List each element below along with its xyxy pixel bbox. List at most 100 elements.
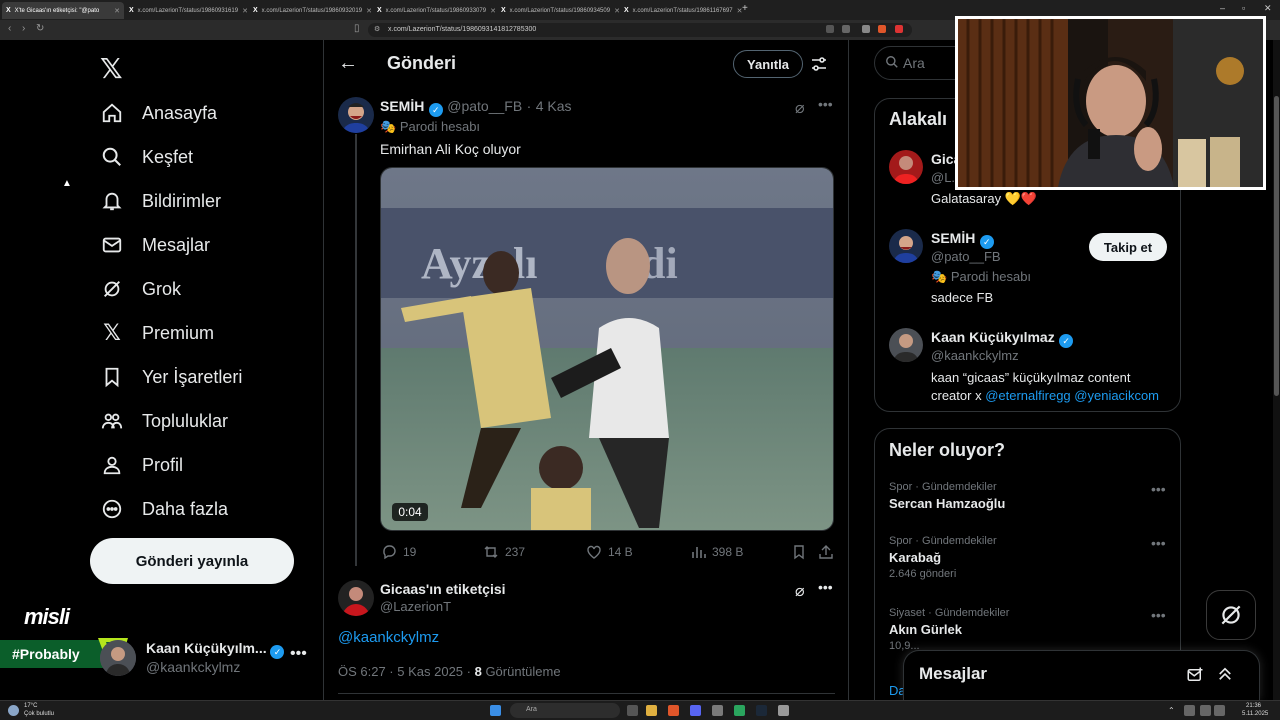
brave-icon[interactable] — [668, 705, 679, 716]
back-icon[interactable]: ‹ — [8, 23, 11, 34]
sidebar-item-bookmarks[interactable]: Yer İşaretleri — [100, 361, 242, 393]
weather-icon[interactable] — [8, 705, 19, 716]
task-view-icon[interactable] — [627, 705, 638, 716]
avatar[interactable] — [338, 580, 374, 616]
window-close-icon[interactable]: ✕ — [1264, 3, 1272, 14]
discord-icon[interactable] — [690, 705, 701, 716]
mention-link[interactable]: @eternalfiregg — [985, 388, 1070, 403]
scrollbar-thumb[interactable] — [1274, 96, 1279, 396]
account-name[interactable]: Kaan Küçükyılm... ✓ — [146, 640, 285, 659]
trend-item[interactable]: Spor · Gündemdekiler Karabağ 2.646 gönde… — [889, 535, 997, 580]
app-icon[interactable] — [712, 705, 723, 716]
like-action[interactable]: 14 B — [586, 544, 633, 560]
tweet-video[interactable]: Ayzalı di — [380, 167, 834, 531]
share-action[interactable] — [818, 544, 834, 560]
taskbar-search[interactable]: Ara — [510, 703, 620, 718]
tweet-author[interactable]: SEMİH ✓ @pato__FB · 4 Kas — [380, 98, 572, 117]
brave-rewards-icon[interactable] — [895, 25, 903, 33]
post-button[interactable]: Gönderi yayınla — [90, 538, 294, 584]
account-more-icon[interactable]: ••• — [290, 645, 307, 663]
tweet-author[interactable]: Gicaas'ın etiketçisi @LazerionT — [380, 581, 506, 614]
new-tab-button[interactable]: + — [742, 3, 748, 14]
browser-tab[interactable]: Xx.com/LazerionT/status/19860933079 ✕ — [373, 2, 495, 19]
extension-icon[interactable] — [842, 25, 850, 33]
trend-item[interactable]: Spor · Gündemdekiler Sercan Hamzaoğlu — [889, 481, 1005, 511]
retweet-action[interactable]: 237 — [483, 544, 525, 560]
divider — [338, 693, 835, 694]
bookmark-icon — [794, 545, 804, 560]
messages-drawer[interactable]: Mesajlar — [903, 650, 1260, 700]
sidebar-item-explore[interactable]: Keşfet — [100, 141, 193, 173]
filter-icon[interactable] — [810, 55, 828, 73]
file-explorer-icon[interactable] — [646, 705, 657, 716]
close-icon[interactable]: ✕ — [614, 7, 619, 15]
trend-item[interactable]: Siyaset · Gündemdekiler Akın Gürlek 10,9… — [889, 607, 1009, 652]
bookmark-page-icon[interactable]: ▯ — [354, 23, 360, 34]
close-icon[interactable]: ✕ — [242, 7, 247, 15]
start-icon[interactable] — [490, 705, 501, 716]
sidebar-item-messages[interactable]: Mesajlar — [100, 229, 210, 261]
forward-icon[interactable]: › — [22, 23, 25, 34]
column-divider — [848, 40, 849, 700]
avatar[interactable] — [100, 640, 136, 676]
reload-icon[interactable]: ↻ — [36, 23, 44, 34]
views-action[interactable]: 398 B — [690, 544, 743, 560]
xbox-icon[interactable] — [734, 705, 745, 716]
sidebar-item-grok[interactable]: Grok — [100, 273, 181, 305]
mention-link[interactable]: @yeniacikcom — [1074, 388, 1159, 403]
close-icon[interactable]: ✕ — [366, 7, 371, 15]
reply-button[interactable]: Yanıtla — [733, 50, 803, 78]
tweet-more-icon[interactable]: ••• — [818, 96, 833, 112]
retweet-icon — [484, 546, 498, 558]
steam-icon[interactable] — [756, 705, 767, 716]
related-name[interactable]: SEMİH ✓ — [931, 230, 994, 249]
x-icon: X — [624, 7, 629, 14]
site-info-icon[interactable]: ⚙ — [374, 25, 380, 33]
bookmark-action[interactable] — [791, 544, 807, 560]
avatar[interactable] — [338, 97, 374, 133]
sidebar-item-communities[interactable]: Topluluklar — [100, 405, 228, 437]
x-logo-icon[interactable]: 𝕏 — [100, 52, 123, 85]
grok-icon[interactable]: ⌀ — [795, 98, 805, 118]
back-arrow-icon[interactable]: ← — [338, 52, 358, 75]
sidebar-item-home[interactable]: Anasayfa — [100, 97, 217, 129]
brave-shield-icon[interactable] — [878, 25, 886, 33]
related-name[interactable]: Kaan Küçükyılmaz ✓ — [931, 329, 1074, 348]
reply-action[interactable]: 19 — [381, 544, 416, 560]
tray-icon[interactable] — [1184, 705, 1195, 716]
tray-chevron-icon[interactable]: ⌃ — [1168, 706, 1175, 715]
extension-icon[interactable] — [826, 25, 834, 33]
extension-icon[interactable] — [862, 25, 870, 33]
trend-more-icon[interactable]: ••• — [1151, 535, 1166, 551]
settings-icon[interactable] — [778, 705, 789, 716]
avatar[interactable] — [889, 150, 923, 184]
sidebar-item-premium[interactable]: 𝕏 Premium — [100, 317, 214, 349]
avatar[interactable] — [889, 328, 923, 362]
minimize-icon[interactable]: – — [1220, 3, 1225, 13]
tweet-more-icon[interactable]: ••• — [818, 579, 833, 595]
mention-link[interactable]: @kaankckylmz — [338, 629, 439, 646]
sidebar-item-profile[interactable]: Profil — [100, 449, 183, 481]
volume-icon[interactable] — [1214, 705, 1225, 716]
new-message-icon[interactable] — [1186, 666, 1204, 684]
browser-tab[interactable]: Xx.com/LazerionT/status/19860934509 ✕ — [497, 2, 619, 19]
network-icon[interactable] — [1200, 705, 1211, 716]
trend-more-icon[interactable]: ••• — [1151, 481, 1166, 497]
trend-more-icon[interactable]: ••• — [1151, 607, 1166, 623]
follow-button[interactable]: Takip et — [1089, 233, 1167, 261]
grok-icon[interactable]: ⌀ — [795, 581, 805, 601]
close-icon[interactable]: ✕ — [490, 7, 495, 15]
x-icon: X — [129, 7, 134, 14]
grok-floating-button[interactable] — [1206, 590, 1256, 640]
browser-tab[interactable]: Xx.com/LazerionT/status/19861167697 ✕ — [620, 2, 742, 19]
browser-tab[interactable]: X X'te Gicaas'ın etiketçisi: "@pato ✕ — [2, 2, 124, 19]
sidebar-item-more[interactable]: Daha fazla — [100, 493, 228, 525]
expand-icon[interactable] — [1216, 665, 1234, 683]
sidebar-item-notifications[interactable]: Bildirimler — [100, 185, 221, 217]
related-bio: sadece FB — [931, 290, 994, 305]
browser-tab[interactable]: Xx.com/LazerionT/status/19860931619 ✕ — [125, 2, 247, 19]
browser-tab[interactable]: Xx.com/LazerionT/status/19860932019 ✕ — [249, 2, 371, 19]
close-icon[interactable]: ✕ — [114, 7, 120, 15]
maximize-icon[interactable]: ▫ — [1242, 3, 1245, 13]
avatar[interactable] — [889, 229, 923, 263]
